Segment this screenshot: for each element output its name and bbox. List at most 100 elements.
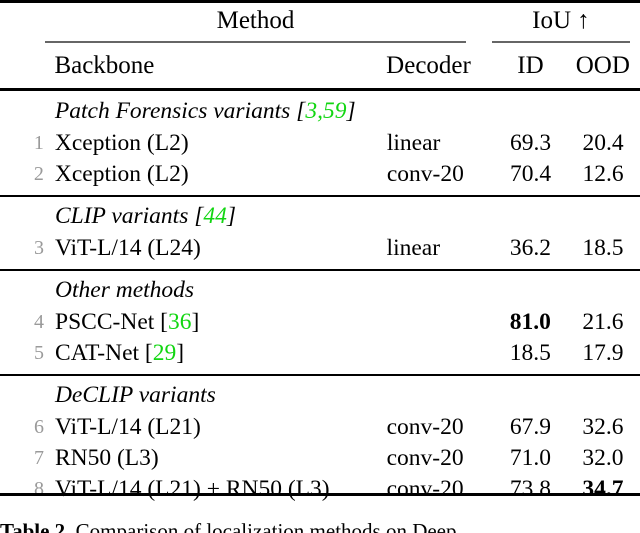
group-title-num-spacer xyxy=(0,197,44,232)
backbone-citation: [36] xyxy=(160,308,200,335)
group-title-num-spacer xyxy=(0,92,44,127)
row-number: 8 xyxy=(33,478,44,500)
backbone-citation: [29] xyxy=(144,339,185,366)
id-value: 69.3 xyxy=(509,129,552,156)
group-title-citation: [44] xyxy=(194,203,237,229)
table-body: Patch Forensics variants [3,59] 1 Xception… xyxy=(0,92,640,504)
id-value: 73.8 xyxy=(509,475,551,502)
cell-backbone: ViT-L/14 (L24) xyxy=(44,232,385,263)
id-value: 67.9 xyxy=(509,413,551,440)
group-title-citation: [3,59] xyxy=(296,98,356,124)
cell-decoder: conv-20 xyxy=(386,475,464,502)
table-row[interactable]: 2 Xception (L2) conv-20 70.4 12.6 xyxy=(0,158,640,189)
caption-text: Comparison of localization methods on De… xyxy=(75,519,473,533)
table-row[interactable]: 7 RN50 (L3) conv-20 71.0 32.0 xyxy=(0,442,640,473)
cell-decoder xyxy=(386,306,495,337)
header-rownum-spacer xyxy=(0,50,43,82)
cmidrule-method xyxy=(45,41,466,43)
cell-id: 67.9 xyxy=(495,411,566,442)
cell-backbone: Xception (L2) xyxy=(44,127,385,158)
cell-id: 69.3 xyxy=(495,127,566,158)
group-title-row: Patch Forensics variants [3,59] xyxy=(0,92,640,127)
table-row[interactable]: 3 ViT-L/14 (L24) linear 36.2 18.5 xyxy=(0,232,640,263)
group-title-num-spacer xyxy=(0,271,44,306)
cell-id: 36.2 xyxy=(495,232,566,263)
group-title: DeCLIP variants xyxy=(44,376,640,411)
row-number: 1 xyxy=(33,132,44,154)
ood-value: 32.6 xyxy=(582,413,624,440)
row-number: 7 xyxy=(33,447,44,469)
header-ood: OOD xyxy=(575,52,630,79)
cell-decoder: linear xyxy=(386,129,441,156)
header-backbone: Backbone xyxy=(54,52,155,79)
cell-backbone: ViT-L/14 (L21) xyxy=(44,411,385,442)
row-number: 5 xyxy=(34,342,45,364)
group-title-label: Patch Forensics variants xyxy=(54,98,291,124)
cell-backbone: PSCC-Net [36] xyxy=(44,306,386,337)
header-subrow: Backbone Decoder ID OOD xyxy=(0,50,640,82)
table-figure: Method IoU ↑ Backbone Decoder ID OOD Pat… xyxy=(0,0,640,533)
backbone-label: PSCC-Net xyxy=(55,308,155,335)
header-bottom-rule xyxy=(0,88,640,91)
cell-ood: 32.6 xyxy=(566,411,640,442)
cell-ood: 17.9 xyxy=(566,337,640,368)
cell-ood: 12.6 xyxy=(566,158,640,189)
table-row[interactable]: 8 ViT-L/14 (L21) + RN50 (L3) conv-20 73.8 34… xyxy=(0,473,640,504)
group-title-num-spacer xyxy=(0,376,44,411)
row-number: 2 xyxy=(33,163,44,185)
group-title-row: DeCLIP variants xyxy=(0,376,640,411)
row-number: 3 xyxy=(33,237,44,259)
header-decoder: Decoder xyxy=(386,52,471,79)
cell-decoder: conv-20 xyxy=(386,444,464,471)
ood-value: 34.7 xyxy=(582,475,624,502)
header-iou: IoU ↑ xyxy=(532,7,590,34)
backbone-label: CAT-Net xyxy=(55,339,140,366)
table-group: CLIP variants [44] 3 ViT-L/14 (L24) linear 3… xyxy=(0,197,640,263)
table-bottom-rule xyxy=(0,493,640,496)
cell-id: 71.0 xyxy=(495,442,566,473)
cell-ood: 21.6 xyxy=(566,306,640,337)
table-row[interactable]: 1 Xception (L2) linear 69.3 20.4 xyxy=(0,127,640,158)
ood-value: 17.9 xyxy=(582,339,624,366)
backbone-label: RN50 (L3) xyxy=(54,444,159,471)
caption-label: Table 2. xyxy=(0,519,71,533)
ood-value: 32.0 xyxy=(582,444,624,471)
table-row[interactable]: 4 PSCC-Net [36] 81.0 21.6 xyxy=(0,306,640,337)
backbone-label: ViT-L/14 (L24) xyxy=(54,234,201,261)
cell-id: 70.4 xyxy=(495,158,566,189)
cell-decoder xyxy=(386,337,495,368)
table-group: Patch Forensics variants [3,59] 1 Xception… xyxy=(0,92,640,189)
group-title: CLIP variants [44] xyxy=(44,197,640,232)
group-title: Other methods xyxy=(44,271,640,306)
cell-id: 18.5 xyxy=(495,337,566,368)
cell-ood: 18.5 xyxy=(566,232,640,263)
cell-decoder: conv-20 xyxy=(386,413,464,440)
cell-ood: 34.7 xyxy=(566,473,640,504)
table-top-rule xyxy=(0,0,640,3)
cell-decoder: conv-20 xyxy=(386,160,464,187)
header-row: Backbone Decoder ID OOD xyxy=(0,50,640,82)
cmidrule-iou xyxy=(492,41,630,43)
id-value: 18.5 xyxy=(509,339,551,366)
table-row[interactable]: 6 ViT-L/14 (L21) conv-20 67.9 32.6 xyxy=(0,411,640,442)
cell-backbone: Xception (L2) xyxy=(44,158,385,189)
table-group: DeCLIP variants 6 ViT-L/14 (L21) conv-20 67.… xyxy=(0,376,640,504)
backbone-label: ViT-L/14 (L21) + RN50 (L3) xyxy=(54,475,330,502)
table-caption: Table 2. Comparison of localization meth… xyxy=(0,518,640,533)
table-row[interactable]: 5 CAT-Net [29] 18.5 17.9 xyxy=(0,337,640,368)
cell-id: 81.0 xyxy=(495,306,566,337)
table-group: Other methods 4 PSCC-Net [36] 81.0 21.6 5 CAT-… xyxy=(0,271,640,368)
cell-ood: 32.0 xyxy=(566,442,640,473)
cell-ood: 20.4 xyxy=(566,127,640,158)
row-number: 4 xyxy=(34,311,45,333)
id-value: 71.0 xyxy=(509,444,551,471)
group-title-row: Other methods xyxy=(0,271,640,306)
group-title-label: Other methods xyxy=(55,277,195,303)
cell-backbone: ViT-L/14 (L21) + RN50 (L3) xyxy=(44,473,385,504)
id-value: 36.2 xyxy=(509,234,551,261)
row-number: 6 xyxy=(33,416,44,438)
cell-backbone: RN50 (L3) xyxy=(44,442,385,473)
header-id: ID xyxy=(517,52,544,79)
ood-value: 18.5 xyxy=(582,234,624,261)
cell-backbone: CAT-Net [29] xyxy=(44,337,386,368)
